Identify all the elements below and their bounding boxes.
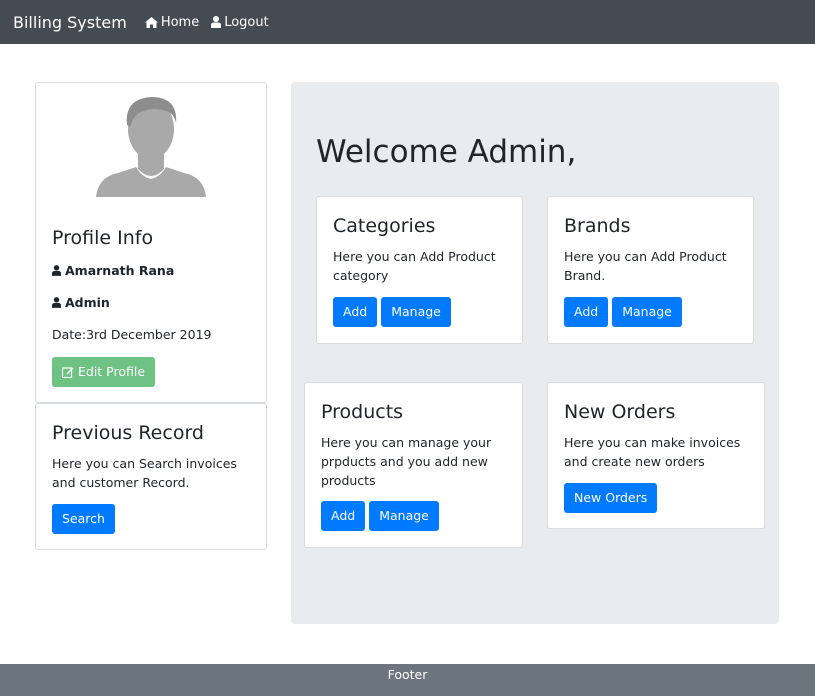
profile-role: Admin (65, 295, 110, 310)
record-title: Previous Record (52, 422, 204, 444)
user-icon (52, 265, 61, 276)
products-actions: Add Manage (321, 501, 439, 531)
nav-home-link[interactable]: Home (144, 14, 200, 30)
brands-card: Brands Here you can Add Product Brand. A… (547, 196, 754, 344)
nav-logout-link[interactable]: Logout (211, 15, 269, 30)
avatar (94, 93, 208, 203)
navbar: Billing System Home Logout (0, 0, 815, 44)
brands-manage-button[interactable]: Manage (612, 297, 682, 327)
user-icon (52, 297, 61, 308)
new-orders-actions: New Orders (564, 483, 658, 513)
edit-profile-label: Edit Profile (78, 364, 146, 379)
categories-text: Here you can Add Product category (333, 249, 496, 283)
categories-actions: Add Manage (333, 297, 451, 327)
welcome-heading: Welcome Admin, (316, 134, 577, 170)
profile-title: Profile Info (52, 227, 154, 249)
profile-card: Profile Info Amarnath Rana Admin Date:3r… (35, 82, 267, 403)
previous-record-card: Previous Record Here you can Search invo… (35, 403, 267, 550)
home-icon (144, 16, 158, 28)
avatar-icon (96, 97, 206, 197)
edit-icon (62, 367, 74, 378)
products-manage-button[interactable]: Manage (369, 501, 439, 531)
categories-card: Categories Here you can Add Product cate… (316, 196, 523, 344)
products-text: Here you can manage your prpducts and yo… (321, 435, 492, 488)
brands-add-button[interactable]: Add (564, 297, 609, 327)
profile-name: Amarnath Rana (65, 263, 175, 278)
brand-title[interactable]: Billing System (13, 13, 127, 32)
new-orders-card: New Orders Here you can make invoices an… (547, 382, 765, 529)
brands-title: Brands (564, 215, 631, 237)
brands-text: Here you can Add Product Brand. (564, 249, 727, 283)
search-button[interactable]: Search (52, 504, 115, 534)
categories-title: Categories (333, 215, 436, 237)
new-orders-button[interactable]: New Orders (564, 483, 658, 513)
edit-profile-button[interactable]: Edit Profile (52, 357, 156, 387)
categories-add-button[interactable]: Add (333, 297, 378, 327)
new-orders-text: Here you can make invoices and create ne… (564, 435, 741, 469)
footer: Footer (0, 664, 815, 696)
products-add-button[interactable]: Add (321, 501, 366, 531)
user-icon (211, 16, 222, 28)
products-title: Products (321, 401, 404, 423)
products-card: Products Here you can manage your prpduc… (304, 382, 523, 548)
brands-actions: Add Manage (564, 297, 682, 327)
categories-manage-button[interactable]: Manage (381, 297, 451, 327)
profile-role-row: Admin (52, 295, 110, 310)
profile-name-row: Amarnath Rana (52, 263, 174, 278)
new-orders-title: New Orders (564, 401, 676, 423)
nav-logout-label: Logout (224, 14, 269, 30)
nav-home-label: Home (160, 14, 200, 30)
dashboard-panel: Welcome Admin, Categories Here you can A… (291, 82, 779, 624)
record-text: Here you can Search invoices and custome… (52, 456, 237, 490)
profile-date: Date:3rd December 2019 (52, 327, 212, 342)
